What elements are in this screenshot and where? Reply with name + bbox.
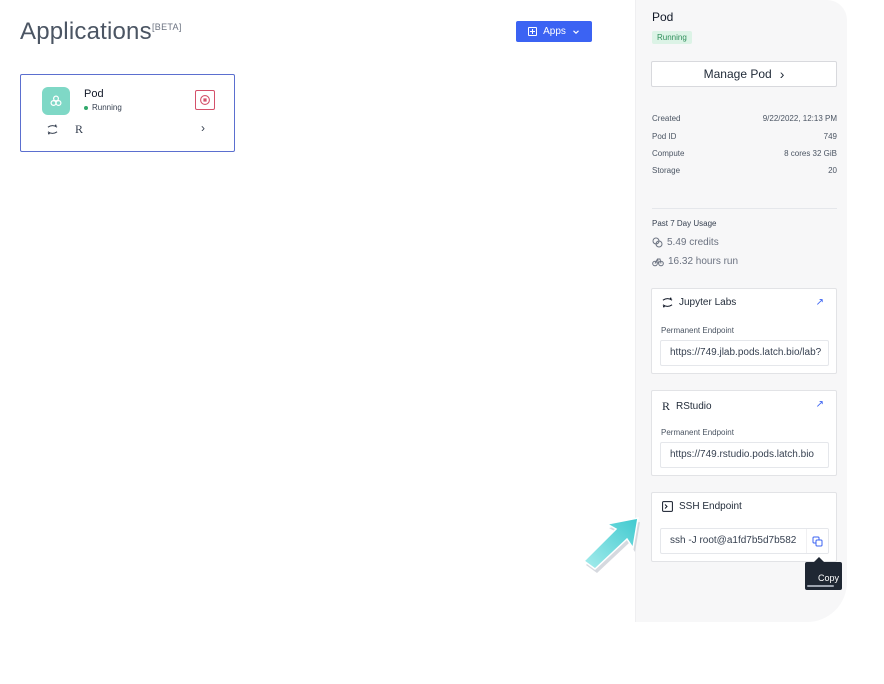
- copy-button[interactable]: [806, 529, 828, 553]
- credits-text: 5.49 credits: [667, 237, 719, 248]
- rstudio-title: RStudio: [676, 401, 712, 412]
- info-value: 20: [828, 166, 837, 175]
- pod-status-text: Running: [92, 103, 122, 112]
- manage-pod-label: Manage Pod: [703, 67, 772, 81]
- chevron-right-icon: ›: [779, 66, 785, 82]
- stop-button[interactable]: [195, 90, 215, 110]
- info-row-compute: Compute 8 cores 32 GiB: [652, 149, 837, 158]
- rstudio-header: R RStudio: [662, 399, 712, 414]
- status-dot: [84, 105, 88, 110]
- info-row-storage: Storage 20: [652, 166, 837, 175]
- rstudio-endpoint-field[interactable]: https://749.rstudio.pods.latch.bio: [660, 442, 829, 468]
- copy-icon: [812, 536, 823, 546]
- rstudio-card: R RStudio ↗ Permanent Endpoint https://7…: [651, 390, 837, 476]
- tooltip-bar: [807, 585, 834, 587]
- cursor-arrow-icon: [582, 517, 640, 573]
- info-label: Created: [652, 114, 681, 123]
- pod-details-panel: Pod Running Manage Pod › Created 9/22/20…: [635, 0, 847, 622]
- jupyter-icon: [47, 124, 58, 135]
- ssh-card: SSH Endpoint ssh -J root@a1fd7b5d7b582: [651, 492, 837, 562]
- ssh-title: SSH Endpoint: [679, 501, 742, 512]
- ssh-endpoint-field[interactable]: ssh -J root@a1fd7b5d7b582: [660, 528, 829, 554]
- panel-title: Pod: [652, 10, 674, 24]
- jupyter-icon: [662, 297, 673, 308]
- chevron-right-icon[interactable]: ›: [201, 121, 205, 135]
- ssh-endpoint-text: ssh -J root@a1fd7b5d7b582: [670, 535, 797, 546]
- rstudio-icon: R: [75, 122, 84, 136]
- rstudio-icon: R: [662, 399, 671, 413]
- status-badge: Running: [652, 31, 692, 44]
- usage-hours: 16.32 hours run: [652, 256, 738, 267]
- ssh-header: SSH Endpoint: [662, 501, 742, 512]
- plus-box-icon: [528, 27, 538, 36]
- chevron-down-icon: [572, 29, 579, 34]
- info-value: 8 cores 32 GiB: [784, 149, 837, 158]
- usage-credits: 5.49 credits: [652, 237, 719, 248]
- external-link-icon[interactable]: ↗: [816, 297, 824, 308]
- applications-page: Applications [BETA] Apps Pod Running R ›…: [0, 0, 884, 684]
- rstudio-sub-label: Permanent Endpoint: [661, 428, 734, 437]
- jupyter-header: Jupyter Labs: [662, 297, 736, 308]
- external-link-icon[interactable]: ↗: [816, 399, 824, 410]
- pod-name: Pod: [84, 88, 104, 100]
- coins-icon: [652, 237, 663, 248]
- jupyter-endpoint-field[interactable]: https://749.jlab.pods.latch.bio/lab?: [660, 340, 829, 366]
- beta-label: [BETA]: [152, 22, 182, 32]
- info-row-pod-id: Pod ID 749: [652, 132, 837, 141]
- info-row-created: Created 9/22/2022, 12:13 PM: [652, 114, 837, 123]
- pod-logo-icon: [42, 87, 70, 115]
- manage-pod-button[interactable]: Manage Pod ›: [651, 61, 837, 87]
- apps-button[interactable]: Apps: [516, 21, 592, 42]
- hours-text: 16.32 hours run: [668, 256, 739, 267]
- stop-icon: [200, 95, 210, 105]
- pod-card[interactable]: Pod Running R ›: [20, 74, 235, 152]
- apps-button-label: Apps: [543, 26, 566, 37]
- jupyter-title: Jupyter Labs: [679, 297, 737, 308]
- pod-status: Running: [84, 103, 122, 112]
- jupyter-sub-label: Permanent Endpoint: [661, 326, 734, 335]
- info-label: Compute: [652, 149, 685, 158]
- divider: [652, 208, 837, 209]
- tooltip-text: Copy: [817, 573, 839, 583]
- copy-tooltip: Copy: [805, 557, 842, 590]
- info-value: 9/22/2022, 12:13 PM: [762, 114, 837, 123]
- terminal-icon: [662, 501, 673, 512]
- usage-title: Past 7 Day Usage: [652, 219, 717, 228]
- bicycle-icon: [652, 258, 664, 267]
- info-label: Storage: [652, 166, 681, 175]
- jupyter-card: Jupyter Labs ↗ Permanent Endpoint https:…: [651, 288, 837, 374]
- page-title: Applications: [20, 18, 152, 45]
- info-value: 749: [823, 132, 837, 141]
- info-label: Pod ID: [652, 132, 677, 141]
